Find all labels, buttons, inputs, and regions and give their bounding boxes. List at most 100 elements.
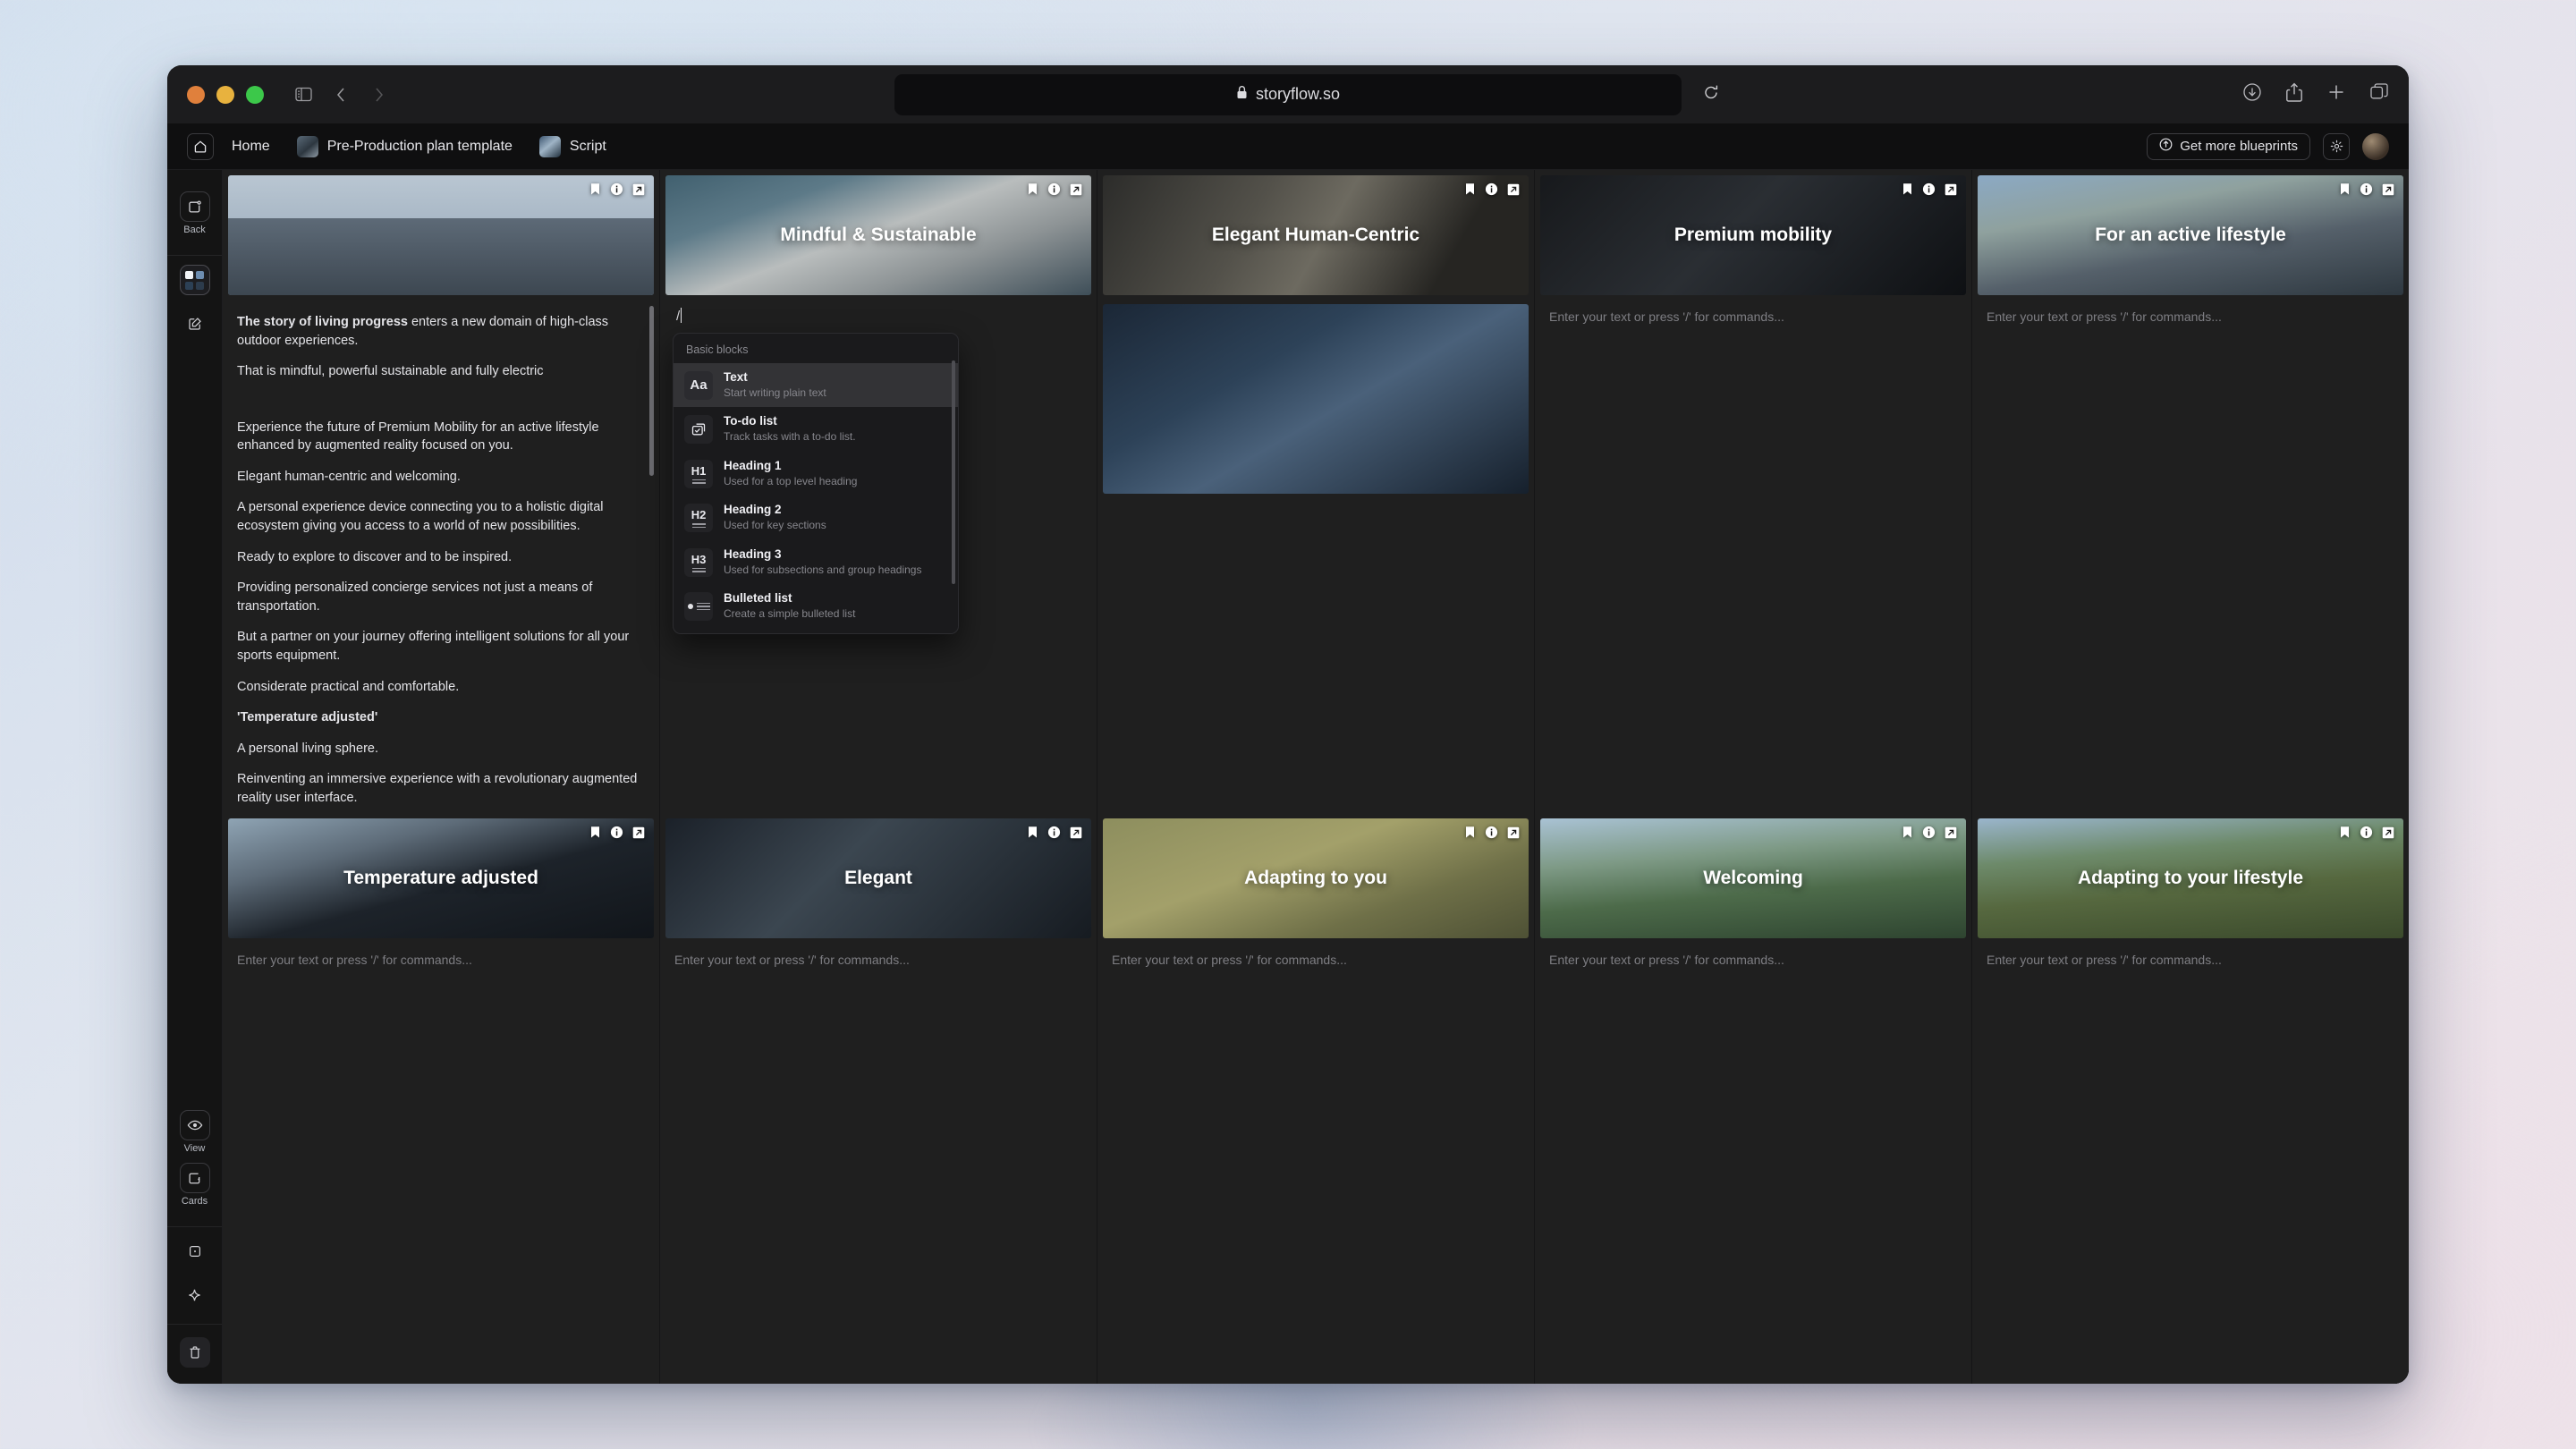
story-card[interactable]: The story of living process xyxy=(228,175,654,295)
slash-item-text[interactable]: Aa Text Start writing plain text xyxy=(674,363,958,408)
bookmark-icon[interactable] xyxy=(1027,826,1038,839)
info-icon[interactable] xyxy=(2360,826,2373,839)
info-icon[interactable] xyxy=(1922,826,1936,839)
bookmark-icon[interactable] xyxy=(1464,826,1476,839)
slash-editor-line[interactable]: / xyxy=(660,295,1097,324)
home-icon[interactable] xyxy=(187,132,214,160)
bookmark-icon[interactable] xyxy=(2339,182,2351,196)
bookmark-icon[interactable] xyxy=(1902,826,1913,839)
new-tab-icon[interactable] xyxy=(2326,82,2346,106)
card-tools[interactable] xyxy=(1464,182,1520,196)
grid-four-icon[interactable] xyxy=(179,265,210,295)
card-editor[interactable]: Enter your text or press '/' for command… xyxy=(1972,295,2409,324)
card-tools[interactable] xyxy=(1464,826,1520,839)
card-tools[interactable] xyxy=(1902,826,1957,839)
story-card[interactable]: Elegant xyxy=(665,818,1091,938)
trash-icon[interactable] xyxy=(179,1337,210,1368)
slash-menu-scrollbar[interactable] xyxy=(952,360,955,584)
bookmark-icon[interactable] xyxy=(1027,182,1038,196)
story-card-image-block[interactable] xyxy=(1103,304,1529,494)
story-paragraph: A personal living sphere. xyxy=(237,741,378,756)
story-card[interactable]: Adapting to your lifestyle xyxy=(1978,818,2403,938)
slash-item-heading-2[interactable]: H2 Heading 2 Used for key sections xyxy=(674,496,958,539)
expand-icon[interactable] xyxy=(2382,183,2394,196)
edit-square-icon[interactable] xyxy=(180,309,210,339)
expand-icon[interactable] xyxy=(632,183,645,196)
card-editor[interactable]: Enter your text or press '/' for command… xyxy=(1097,938,1534,967)
avatar[interactable] xyxy=(2362,132,2389,160)
slash-item-heading-3[interactable]: H3 Heading 3 Used for subsections and gr… xyxy=(674,540,958,584)
info-icon[interactable] xyxy=(1485,182,1498,196)
info-icon[interactable] xyxy=(1485,826,1498,839)
expand-icon[interactable] xyxy=(1945,183,1957,196)
sparkle-icon[interactable] xyxy=(180,1280,210,1310)
card-tools[interactable] xyxy=(589,826,645,839)
card-editor[interactable]: Enter your text or press '/' for command… xyxy=(1535,938,1971,967)
card-tools[interactable] xyxy=(2339,182,2394,196)
card-tools[interactable] xyxy=(1027,826,1082,839)
back-corner-icon[interactable] xyxy=(179,191,210,222)
bookmark-icon[interactable] xyxy=(1464,182,1476,196)
story-card[interactable]: Mindful & Sustainable xyxy=(665,175,1091,295)
bookmark-icon[interactable] xyxy=(1902,182,1913,196)
expand-icon[interactable] xyxy=(1945,826,1957,839)
gear-icon[interactable] xyxy=(2323,132,2350,160)
breadcrumb-item-template[interactable]: Pre-Production plan template xyxy=(288,132,521,161)
story-card[interactable]: Welcoming xyxy=(1540,818,1966,938)
expand-icon[interactable] xyxy=(632,826,645,839)
bookmark-icon[interactable] xyxy=(2339,826,2351,839)
card-editor[interactable]: Enter your text or press '/' for command… xyxy=(660,938,1097,967)
card-image: Temperature adjusted xyxy=(228,818,654,938)
slash-item-todo-list[interactable]: To-do list Track tasks with a to-do list… xyxy=(674,407,958,451)
info-icon[interactable] xyxy=(1047,182,1061,196)
slash-command-menu[interactable]: Basic blocks Aa Text Start writing plain… xyxy=(673,333,959,634)
card-tools[interactable] xyxy=(1902,182,1957,196)
sidebar-toggle-icon[interactable] xyxy=(287,79,319,111)
card-editor[interactable]: Enter your text or press '/' for command… xyxy=(1535,295,1971,324)
expand-icon[interactable] xyxy=(1507,826,1520,839)
expand-icon[interactable] xyxy=(1507,183,1520,196)
share-icon[interactable] xyxy=(2285,82,2303,107)
bookmark-icon[interactable] xyxy=(589,182,601,196)
bookmark-icon[interactable] xyxy=(589,826,601,839)
card-editor[interactable]: Enter your text or press '/' for command… xyxy=(1972,938,2409,967)
story-card[interactable]: Adapting to you xyxy=(1103,818,1529,938)
address-bar[interactable]: storyflow.so xyxy=(894,73,1718,115)
info-icon[interactable] xyxy=(610,826,623,839)
get-more-blueprints-button[interactable]: Get more blueprints xyxy=(2147,132,2310,160)
card-tools[interactable] xyxy=(1027,182,1082,196)
cards-corner-icon[interactable] xyxy=(179,1163,210,1193)
frame-dot-icon[interactable] xyxy=(180,1236,210,1267)
story-paragraph: Reinventing an immersive experience with… xyxy=(237,772,638,805)
breadcrumb-home[interactable]: Home xyxy=(223,135,279,158)
info-icon[interactable] xyxy=(1047,826,1061,839)
maximize-window-button[interactable] xyxy=(246,85,264,104)
close-window-button[interactable] xyxy=(187,85,205,104)
story-card[interactable]: Elegant Human-Centric xyxy=(1103,175,1529,295)
expand-icon[interactable] xyxy=(1070,183,1082,196)
eye-icon[interactable] xyxy=(179,1110,210,1140)
window-traffic-lights[interactable] xyxy=(187,85,264,104)
minimize-window-button[interactable] xyxy=(216,85,234,104)
story-card[interactable]: Temperature adjusted xyxy=(228,818,654,938)
tab-overview-icon[interactable] xyxy=(2369,82,2389,106)
breadcrumb-item-script[interactable]: Script xyxy=(530,132,615,161)
back-button[interactable] xyxy=(325,79,357,111)
card-tools[interactable] xyxy=(589,182,645,196)
forward-button[interactable] xyxy=(362,79,394,111)
story-card[interactable]: For an active lifestyle xyxy=(1978,175,2403,295)
expand-icon[interactable] xyxy=(1070,826,1082,839)
download-icon[interactable] xyxy=(2242,82,2262,106)
info-icon[interactable] xyxy=(610,182,623,196)
card-tools[interactable] xyxy=(2339,826,2394,839)
expand-icon[interactable] xyxy=(2382,826,2394,839)
info-icon[interactable] xyxy=(1922,182,1936,196)
card-image: Welcoming xyxy=(1540,818,1966,938)
slash-item-heading-1[interactable]: H1 Heading 1 Used for a top level headin… xyxy=(674,452,958,496)
card-editor[interactable]: Enter your text or press '/' for command… xyxy=(223,938,659,967)
text-scrollbar[interactable] xyxy=(649,306,654,476)
info-icon[interactable] xyxy=(2360,182,2373,196)
story-card[interactable]: Premium mobility xyxy=(1540,175,1966,295)
reload-icon[interactable] xyxy=(1703,84,1719,106)
slash-item-bulleted-list[interactable]: Bulleted list Create a simple bulleted l… xyxy=(674,584,958,628)
